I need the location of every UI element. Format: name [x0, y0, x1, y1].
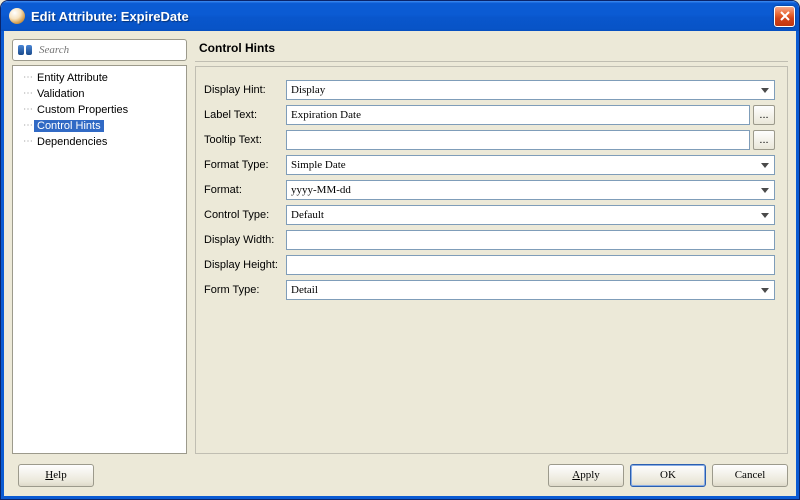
- label-form-type: Form Type:: [204, 284, 286, 296]
- ellipsis-icon: ...: [759, 134, 768, 146]
- row-form-type: Form Type: Detail: [204, 279, 775, 301]
- content-heading: Control Hints: [195, 39, 788, 62]
- search-input[interactable]: [37, 43, 182, 57]
- close-icon: [780, 11, 790, 21]
- combo-display-hint[interactable]: Display: [286, 80, 775, 100]
- nav-item-custom-properties[interactable]: ⋯Custom Properties: [15, 102, 184, 118]
- nav-item-validation[interactable]: ⋯Validation: [15, 86, 184, 102]
- app-icon: [9, 8, 25, 24]
- label-tooltip-text: Tooltip Text:: [204, 134, 286, 146]
- input-display-height[interactable]: [286, 255, 775, 275]
- row-display-hint: Display Hint: Display: [204, 79, 775, 101]
- search-bar[interactable]: [12, 39, 187, 61]
- dialog-window: Edit Attribute: ExpireDate ⋯Entity Attri…: [0, 0, 800, 500]
- nav-item-entity-attribute[interactable]: ⋯Entity Attribute: [15, 70, 184, 86]
- main-split: ⋯Entity Attribute ⋯Validation ⋯Custom Pr…: [12, 39, 788, 454]
- row-tooltip-text: Tooltip Text: ...: [204, 129, 775, 151]
- combo-format-type[interactable]: Simple Date: [286, 155, 775, 175]
- window-title: Edit Attribute: ExpireDate: [31, 9, 774, 24]
- label-format: Format:: [204, 184, 286, 196]
- close-button[interactable]: [774, 6, 795, 27]
- label-display-height: Display Height:: [204, 259, 286, 271]
- apply-button[interactable]: Apply: [548, 464, 624, 487]
- label-display-hint: Display Hint:: [204, 84, 286, 96]
- row-label-text: Label Text: Expiration Date ...: [204, 104, 775, 126]
- nav-tree: ⋯Entity Attribute ⋯Validation ⋯Custom Pr…: [12, 65, 187, 454]
- dialog-body: ⋯Entity Attribute ⋯Validation ⋯Custom Pr…: [1, 31, 799, 499]
- row-display-height: Display Height:: [204, 254, 775, 276]
- chevron-down-icon: [757, 208, 773, 222]
- browse-tooltip-text-button[interactable]: ...: [753, 130, 775, 150]
- input-label-text[interactable]: Expiration Date: [286, 105, 750, 125]
- label-control-type: Control Type:: [204, 209, 286, 221]
- combo-control-type[interactable]: Default: [286, 205, 775, 225]
- browse-label-text-button[interactable]: ...: [753, 105, 775, 125]
- help-button[interactable]: Help: [18, 464, 94, 487]
- binoculars-icon: [17, 43, 33, 57]
- ok-button[interactable]: OK: [630, 464, 706, 487]
- nav-item-control-hints[interactable]: ⋯Control Hints: [15, 118, 184, 134]
- row-format: Format: yyyy-MM-dd: [204, 179, 775, 201]
- row-format-type: Format Type: Simple Date: [204, 154, 775, 176]
- label-display-width: Display Width:: [204, 234, 286, 246]
- footer: Help Apply OK Cancel: [12, 454, 788, 488]
- nav-item-dependencies[interactable]: ⋯Dependencies: [15, 134, 184, 150]
- chevron-down-icon: [757, 183, 773, 197]
- row-display-width: Display Width:: [204, 229, 775, 251]
- chevron-down-icon: [757, 158, 773, 172]
- label-format-type: Format Type:: [204, 159, 286, 171]
- content-pane: Control Hints Display Hint: Display Labe…: [195, 39, 788, 454]
- input-tooltip-text[interactable]: [286, 130, 750, 150]
- ellipsis-icon: ...: [759, 109, 768, 121]
- combo-format[interactable]: yyyy-MM-dd: [286, 180, 775, 200]
- row-control-type: Control Type: Default: [204, 204, 775, 226]
- sidebar: ⋯Entity Attribute ⋯Validation ⋯Custom Pr…: [12, 39, 187, 454]
- form-area: Display Hint: Display Label Text: Expira…: [195, 66, 788, 454]
- titlebar[interactable]: Edit Attribute: ExpireDate: [1, 1, 799, 31]
- cancel-button[interactable]: Cancel: [712, 464, 788, 487]
- combo-form-type[interactable]: Detail: [286, 280, 775, 300]
- input-display-width[interactable]: [286, 230, 775, 250]
- chevron-down-icon: [757, 283, 773, 297]
- label-label-text: Label Text:: [204, 109, 286, 121]
- chevron-down-icon: [757, 83, 773, 97]
